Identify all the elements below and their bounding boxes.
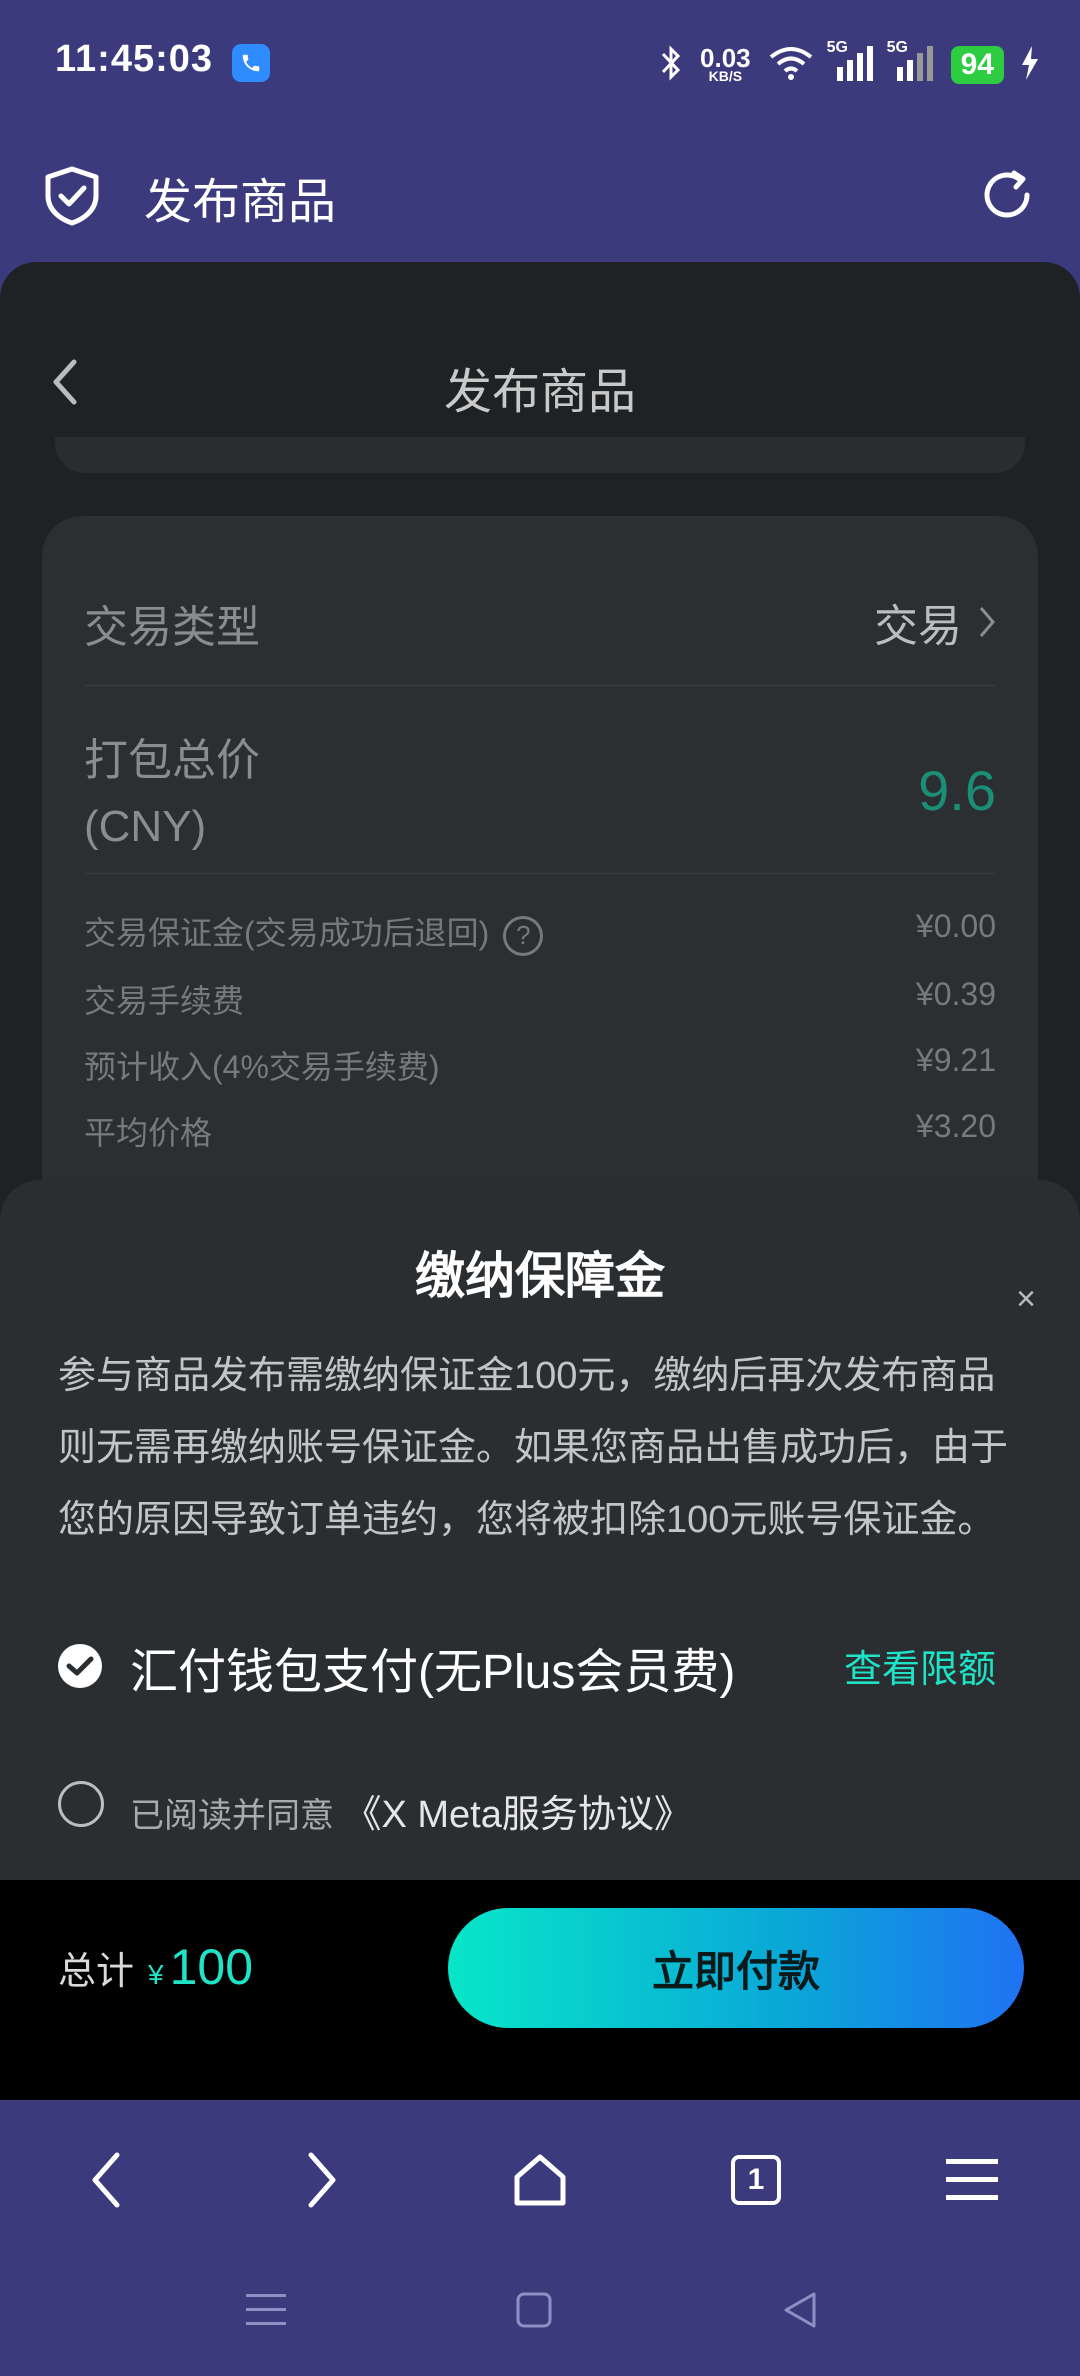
fee-row-income: 预计收入(4%交易手续费) ¥9.21 [84, 1042, 996, 1088]
currency-symbol: ¥ [148, 1959, 164, 1990]
trade-type-label: 交易类型 [84, 603, 260, 652]
agree-text: 已阅读并同意 《X Meta服务协议》 [130, 1783, 692, 1838]
deposit-sheet: 缴纳保障金 × 参与商品发布需缴纳保证金100元，缴纳后再次发布商品则无需再缴纳… [0, 1180, 1080, 1880]
system-back-icon[interactable] [770, 2280, 830, 2340]
net-speed: 0.03 KB/S [700, 45, 751, 83]
agree-prefix: 已阅读并同意 [130, 1797, 334, 1835]
shield-check-icon[interactable] [44, 166, 100, 231]
app-bar: 发布商品 [0, 130, 1080, 265]
payment-method-row[interactable]: 汇付钱包支付(无Plus会员费) 查看限额 [58, 1632, 996, 1702]
browser-back-icon[interactable] [66, 2140, 146, 2220]
browser-nav-bar: 1 [0, 2100, 1080, 2240]
fee-value: ¥0.00 [915, 908, 996, 944]
fee-label: 交易手续费 [84, 983, 245, 1019]
total-label: 总计 [58, 1951, 135, 1993]
tab-count: 1 [731, 2155, 781, 2205]
fee-label: 平均价格 [84, 1115, 213, 1151]
view-limit-link[interactable]: 查看限额 [844, 1638, 996, 1693]
close-icon[interactable]: × [1016, 1280, 1036, 1319]
total-price-row: 打包总价 (CNY) 9.6 [84, 686, 996, 874]
fee-row-service: 交易手续费 ¥0.39 [84, 976, 996, 1022]
fee-value: ¥9.21 [915, 1042, 996, 1078]
header-divider [55, 437, 1025, 473]
fee-label: 交易保证金(交易成功后退回) [84, 915, 490, 951]
status-time: 11:45:03 [55, 38, 214, 80]
status-icons: 0.03 KB/S 5G 5G 94 [658, 39, 1040, 90]
agreement-row[interactable]: 已阅读并同意 《X Meta服务协议》 [58, 1775, 958, 1838]
recent-apps-icon[interactable] [236, 2280, 296, 2340]
agree-radio[interactable] [58, 1781, 104, 1827]
battery-level: 94 [950, 46, 1004, 84]
checkmark-circle-icon[interactable] [58, 1644, 102, 1688]
system-home-icon[interactable] [504, 2280, 564, 2340]
signal-sim2: 5G [887, 39, 935, 86]
system-nav-bar [0, 2240, 1080, 2376]
wifi-icon [767, 45, 815, 86]
trade-type-value[interactable]: 交易 [874, 590, 996, 654]
total-amount: 100 [169, 1939, 254, 1995]
trade-type-row[interactable]: 交易类型 交易 [84, 516, 996, 686]
fee-label: 预计收入(4%交易手续费) [84, 1049, 440, 1085]
phone-call-icon [232, 44, 270, 82]
page-title: 发布商品 [443, 366, 636, 419]
browser-forward-icon[interactable] [282, 2140, 362, 2220]
fee-row-deposit: 交易保证金(交易成功后退回)? ¥0.00 [84, 908, 996, 956]
status-bar: 11:45:03 0.03 KB/S 5G 5G 94 [0, 0, 1080, 130]
pay-now-button[interactable]: 立即付款 [448, 1908, 1024, 2028]
refresh-icon[interactable] [978, 166, 1036, 229]
payment-footer: 总计 ¥ 100 立即付款 [0, 1880, 1080, 2100]
fee-value: ¥3.20 [915, 1108, 996, 1144]
help-icon[interactable]: ? [503, 915, 544, 956]
tabs-icon[interactable]: 1 [716, 2140, 796, 2220]
sheet-title: 缴纳保障金 [415, 1248, 665, 1304]
payment-method-label: 汇付钱包支付(无Plus会员费) [130, 1646, 736, 1699]
app-title: 发布商品 [144, 176, 337, 229]
total-price-label-line2: (CNY) [84, 802, 207, 851]
total-price-value: 9.6 [918, 759, 996, 822]
sim1-label: 5G [826, 38, 848, 56]
home-icon[interactable] [500, 2140, 580, 2220]
signal-sim1: 5G [827, 39, 875, 86]
chevron-right-icon [979, 607, 995, 637]
sheet-description: 参与商品发布需缴纳保证金100元，缴纳后再次发布商品则无需再缴纳账号保证金。如果… [58, 1355, 1009, 1541]
total-price-label-line1: 打包总价 [84, 736, 260, 785]
trade-type-value-text: 交易 [874, 602, 962, 651]
sim2-label: 5G [886, 38, 908, 56]
fee-value: ¥0.39 [915, 976, 996, 1012]
menu-icon[interactable] [932, 2140, 1012, 2220]
charging-icon [1020, 45, 1040, 85]
total-summary: 总计 ¥ 100 [58, 1938, 253, 1996]
page-header: 发布商品 [0, 262, 1080, 473]
bluetooth-icon [658, 43, 684, 88]
service-agreement-link[interactable]: 《X Meta服务协议》 [343, 1794, 691, 1836]
total-price-label: 打包总价 (CNY) [84, 728, 260, 860]
fee-row-average: 平均价格 ¥3.20 [84, 1108, 996, 1154]
